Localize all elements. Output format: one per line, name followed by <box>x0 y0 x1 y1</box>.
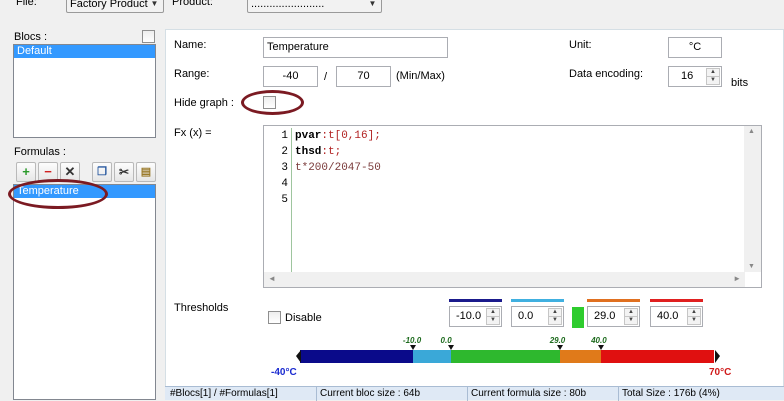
code-args: :t[0,16]; <box>321 130 381 142</box>
unit-label: Unit: <box>569 39 592 51</box>
threshold-stepper[interactable]: -10.0 ▲ ▼ <box>449 306 502 327</box>
horizontal-scrollbar[interactable]: ◄ ► <box>264 272 745 287</box>
blocs-label: Blocs : <box>14 31 48 43</box>
formulas-list[interactable]: Temperature <box>13 184 156 400</box>
spin-down-icon[interactable]: ▼ <box>706 76 720 85</box>
threshold-marker-label: 40.0 <box>591 336 607 345</box>
spin-down-icon[interactable]: ▼ <box>548 316 562 325</box>
line-number: 3 <box>281 162 288 174</box>
file-combo-value: Factory Product <box>70 0 148 10</box>
spin-down-icon[interactable]: ▼ <box>624 316 638 325</box>
status-total-size: Total Size : 176b (4%) <box>622 388 720 399</box>
range-hint: (Min/Max) <box>396 70 445 82</box>
threshold-color-swatch <box>449 299 502 302</box>
product-combo[interactable]: ........................ ▼ <box>247 0 382 13</box>
disable-checkbox[interactable] <box>268 311 281 324</box>
threshold-band <box>601 350 714 363</box>
code-text[interactable]: pvar:t[0,16]; thsd:t; t*200/2047-50 <box>295 128 745 176</box>
cut-formula-button[interactable]: ✂ <box>114 162 134 182</box>
code-args: :t; <box>321 146 342 158</box>
code-line-2: thsd:t; <box>295 144 745 160</box>
code-line-1: pvar:t[0,16]; <box>295 128 745 144</box>
threshold-marker-label: -10.0 <box>402 336 422 345</box>
code-keyword: thsd <box>295 146 322 158</box>
encoding-label: Data encoding: <box>569 68 643 80</box>
unit-field[interactable]: °C <box>668 37 722 58</box>
scale-left-cap <box>296 350 301 363</box>
encoding-stepper[interactable]: 16 ▲ ▼ <box>668 66 722 87</box>
scroll-up-icon[interactable]: ▲ <box>748 128 755 135</box>
hide-graph-checkbox[interactable] <box>263 96 276 109</box>
scale-right-cap <box>715 350 720 363</box>
threshold-band <box>559 350 602 363</box>
threshold-band <box>412 350 451 363</box>
line-number: 2 <box>281 146 288 158</box>
remove-formula-button[interactable]: − <box>38 162 58 182</box>
name-label: Name: <box>174 39 207 51</box>
scroll-left-icon[interactable]: ◄ <box>268 274 276 283</box>
threshold-color-swatch <box>587 299 640 302</box>
threshold-marker-label: 0.0 <box>440 336 452 345</box>
threshold-value: -10.0 <box>456 310 482 322</box>
chevron-down-icon: ▼ <box>368 0 377 8</box>
threshold-band <box>450 350 560 363</box>
encoding-unit: bits <box>731 77 749 89</box>
threshold-marker-label: 29.0 <box>549 336 566 345</box>
threshold-value: 40.0 <box>657 310 679 322</box>
add-formula-button[interactable]: + <box>16 162 36 182</box>
threshold-value: 29.0 <box>594 310 616 322</box>
disable-label: Disable <box>285 312 322 324</box>
threshold-stepper[interactable]: 29.0 ▲ ▼ <box>587 306 640 327</box>
range-label: Range: <box>174 68 210 80</box>
line-number: 1 <box>281 130 288 142</box>
chevron-down-icon: ▼ <box>150 0 159 8</box>
file-combo[interactable]: Factory Product ▼ <box>66 0 164 13</box>
thresholds-label: Thresholds <box>174 302 229 314</box>
threshold-stepper[interactable]: 0.0 ▲ ▼ <box>511 306 564 327</box>
copy-formula-button[interactable]: ❐ <box>92 162 112 182</box>
status-bar: #Blocs[1] / #Formulas[1] Current bloc si… <box>165 386 784 401</box>
fx-label: Fx (x) = <box>174 127 212 139</box>
encoding-value: 16 <box>681 70 694 82</box>
product-combo-value: ........................ <box>251 0 325 10</box>
threshold-color-swatch <box>650 299 703 302</box>
list-item[interactable]: Temperature <box>14 185 155 198</box>
product-label: Product: <box>172 0 213 8</box>
line-number: 4 <box>281 178 288 190</box>
scale-max-label: 70°C <box>709 367 732 378</box>
threshold-stepper[interactable]: 40.0 ▲ ▼ <box>650 306 703 327</box>
code-keyword: pvar <box>295 130 322 142</box>
status-bloc-size: Current bloc size : 64b <box>317 387 468 401</box>
scale-min-label: -40°C <box>271 367 297 378</box>
line-number: 5 <box>281 194 288 206</box>
vertical-scrollbar[interactable]: ▲ ▼ <box>744 126 761 272</box>
spin-down-icon[interactable]: ▼ <box>687 316 701 325</box>
threshold-color-swatch <box>511 299 564 302</box>
delete-formula-button[interactable]: ✕ <box>60 162 80 182</box>
spin-down-icon[interactable]: ▼ <box>486 316 500 325</box>
status-formula-size: Current formula size : 80b <box>468 387 619 401</box>
range-min-field[interactable]: -40 <box>263 66 318 87</box>
threshold-value: 0.0 <box>518 310 534 322</box>
blocs-checkbox[interactable] <box>142 30 155 43</box>
threshold-scale: -10.0 0.0 29.0 40.0 <box>296 336 720 376</box>
blocs-list[interactable]: Default <box>13 44 156 138</box>
code-line-3: t*200/2047-50 <box>295 162 381 174</box>
threshold-indicator <box>572 307 584 328</box>
threshold-color-bar <box>300 350 714 363</box>
code-editor[interactable]: 1 2 3 4 5 pvar:t[0,16]; thsd:t; t*200/20… <box>263 125 762 288</box>
hide-graph-label: Hide graph : <box>174 97 234 109</box>
name-field[interactable]: Temperature <box>263 37 448 58</box>
scroll-down-icon[interactable]: ▼ <box>748 263 755 270</box>
line-number-gutter: 1 2 3 4 5 <box>264 128 292 276</box>
threshold-band <box>300 350 413 363</box>
status-blocs-formulas: #Blocs[1] / #Formulas[1] <box>167 387 317 401</box>
scroll-right-icon[interactable]: ► <box>733 274 741 283</box>
list-item[interactable]: Default <box>14 45 155 58</box>
range-separator: / <box>324 71 328 83</box>
paste-formula-button[interactable]: ▤ <box>136 162 156 182</box>
formulas-label: Formulas : <box>14 146 66 158</box>
range-max-field[interactable]: 70 <box>336 66 391 87</box>
file-label: File: <box>16 0 37 8</box>
